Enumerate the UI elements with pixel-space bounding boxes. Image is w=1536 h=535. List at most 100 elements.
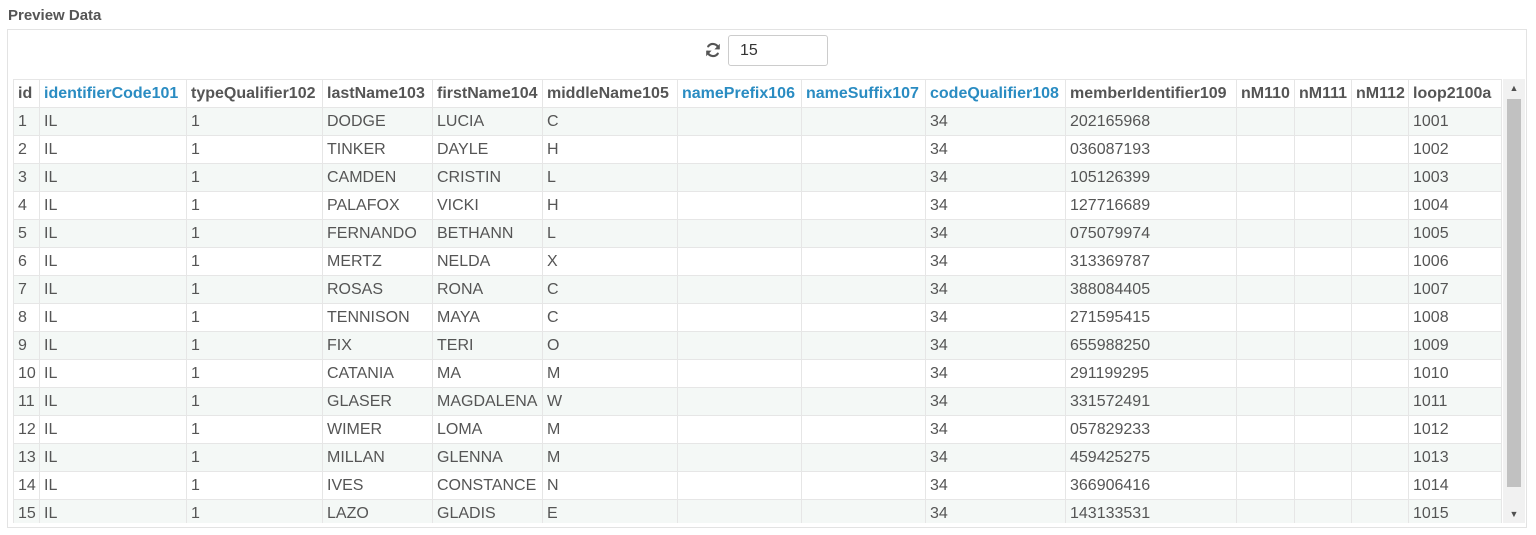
table-cell: 1009 <box>1408 331 1502 360</box>
table-cell <box>801 415 926 444</box>
table-cell: LAZO <box>322 499 433 523</box>
refresh-icon[interactable] <box>704 41 722 59</box>
table-cell: MILLAN <box>322 443 433 472</box>
table-cell <box>801 359 926 388</box>
column-header-lastname103[interactable]: lastName103 <box>322 79 433 108</box>
table-cell: 34 <box>925 135 1066 164</box>
table-cell: IL <box>39 219 187 248</box>
table-cell <box>1236 275 1295 304</box>
table-row[interactable]: 8 IL 1 TENNISON MAYA C 34 271595415 1008 <box>13 303 1502 332</box>
table-row[interactable]: 9 IL 1 FIX TERI O 34 655988250 1009 <box>13 331 1502 360</box>
table-cell: 105126399 <box>1065 163 1237 192</box>
table-cell <box>1236 387 1295 416</box>
table-row[interactable]: 4 IL 1 PALAFOX VICKI H 34 127716689 1004 <box>13 191 1502 220</box>
table-cell: FERNANDO <box>322 219 433 248</box>
table-cell: TINKER <box>322 135 433 164</box>
table-cell: IL <box>39 247 187 276</box>
table-cell <box>677 135 802 164</box>
table-cell <box>1294 135 1352 164</box>
table-cell: 1 <box>186 219 323 248</box>
table-cell: 388084405 <box>1065 275 1237 304</box>
table-cell <box>677 471 802 500</box>
column-header-id[interactable]: id <box>13 79 40 108</box>
table-cell: H <box>542 135 678 164</box>
table-cell <box>801 499 926 523</box>
column-header-firstname104[interactable]: firstName104 <box>432 79 543 108</box>
scroll-down-arrow-icon[interactable]: ▼ <box>1503 505 1525 523</box>
table-row[interactable]: 3 IL 1 CAMDEN CRISTIN L 34 105126399 1003 <box>13 163 1502 192</box>
table-cell <box>1294 303 1352 332</box>
scroll-up-arrow-icon[interactable]: ▲ <box>1503 79 1525 97</box>
scrollbar-thumb[interactable] <box>1507 99 1521 487</box>
table-cell: 331572491 <box>1065 387 1237 416</box>
table-cell <box>677 499 802 523</box>
table-row[interactable]: 7 IL 1 ROSAS RONA C 34 388084405 1007 <box>13 275 1502 304</box>
table-cell <box>1294 331 1352 360</box>
table-cell <box>1294 359 1352 388</box>
table-cell: IL <box>39 499 187 523</box>
column-header-nm112[interactable]: nM112 <box>1351 79 1409 108</box>
table-cell: 8 <box>13 303 40 332</box>
table-cell <box>1294 387 1352 416</box>
table-cell <box>1351 443 1409 472</box>
table-cell: C <box>542 303 678 332</box>
column-header-namesuffix107[interactable]: nameSuffix107 <box>801 79 926 108</box>
table-cell: LOMA <box>432 415 543 444</box>
vertical-scrollbar[interactable]: ▲ ▼ <box>1503 79 1525 523</box>
table-cell <box>801 443 926 472</box>
table-cell: 34 <box>925 359 1066 388</box>
table-cell <box>801 135 926 164</box>
table-cell <box>1351 471 1409 500</box>
table-cell: 34 <box>925 499 1066 523</box>
table-row[interactable]: 10 IL 1 CATANIA MA M 34 291199295 1010 <box>13 359 1502 388</box>
table-cell <box>677 275 802 304</box>
table-cell <box>677 219 802 248</box>
table-cell: 15 <box>13 499 40 523</box>
table-cell <box>1351 387 1409 416</box>
table-cell: IL <box>39 303 187 332</box>
table-cell <box>801 163 926 192</box>
table-cell: 34 <box>925 303 1066 332</box>
column-header-loop2100a[interactable]: loop2100a <box>1408 79 1502 108</box>
table-cell <box>677 331 802 360</box>
table-cell: GLASER <box>322 387 433 416</box>
column-header-nm110[interactable]: nM110 <box>1236 79 1295 108</box>
column-header-memberidentifier109[interactable]: memberIdentifier109 <box>1065 79 1237 108</box>
table-row[interactable]: 6 IL 1 MERTZ NELDA X 34 313369787 1006 <box>13 247 1502 276</box>
table-row[interactable]: 14 IL 1 IVES CONSTANCE N 34 366906416 1014 <box>13 471 1502 500</box>
table-cell: PALAFOX <box>322 191 433 220</box>
column-header-typequalifier102[interactable]: typeQualifier102 <box>186 79 323 108</box>
table-row[interactable]: 5 IL 1 FERNANDO BETHANN L 34 075079974 1005 <box>13 219 1502 248</box>
table-cell <box>1351 163 1409 192</box>
table-cell: O <box>542 331 678 360</box>
column-header-nameprefix106[interactable]: namePrefix106 <box>677 79 802 108</box>
table-cell <box>1294 163 1352 192</box>
table-row[interactable]: 13 IL 1 MILLAN GLENNA M 34 459425275 1013 <box>13 443 1502 472</box>
column-header-codequalifier108[interactable]: codeQualifier108 <box>925 79 1066 108</box>
table-cell: LUCIA <box>432 107 543 136</box>
table-cell <box>677 191 802 220</box>
table-row[interactable]: 15 IL 1 LAZO GLADIS E 34 143133531 1015 <box>13 499 1502 523</box>
table-row[interactable]: 11 IL 1 GLASER MAGDALENA W 34 331572491 1011 <box>13 387 1502 416</box>
table-cell <box>801 303 926 332</box>
table-cell <box>1236 135 1295 164</box>
column-header-middlename105[interactable]: middleName105 <box>542 79 678 108</box>
table-row[interactable]: 12 IL 1 WIMER LOMA M 34 057829233 1012 <box>13 415 1502 444</box>
table-cell: 2 <box>13 135 40 164</box>
table-cell: 1 <box>186 275 323 304</box>
table-cell <box>1294 275 1352 304</box>
row-count-input[interactable] <box>728 35 828 66</box>
table-cell <box>1236 247 1295 276</box>
table-row[interactable]: 2 IL 1 TINKER DAYLE H 34 036087193 1002 <box>13 135 1502 164</box>
table-cell: 202165968 <box>1065 107 1237 136</box>
table-cell <box>1351 303 1409 332</box>
table-cell: TENNISON <box>322 303 433 332</box>
table-cell: 1005 <box>1408 219 1502 248</box>
table-cell <box>801 107 926 136</box>
table-row[interactable]: 1 IL 1 DODGE LUCIA C 34 202165968 1001 <box>13 107 1502 136</box>
table-cell <box>1294 471 1352 500</box>
column-header-nm111[interactable]: nM111 <box>1294 79 1352 108</box>
table-cell <box>1236 303 1295 332</box>
table-cell <box>1236 499 1295 523</box>
column-header-identifiercode101[interactable]: identifierCode101 <box>39 79 187 108</box>
